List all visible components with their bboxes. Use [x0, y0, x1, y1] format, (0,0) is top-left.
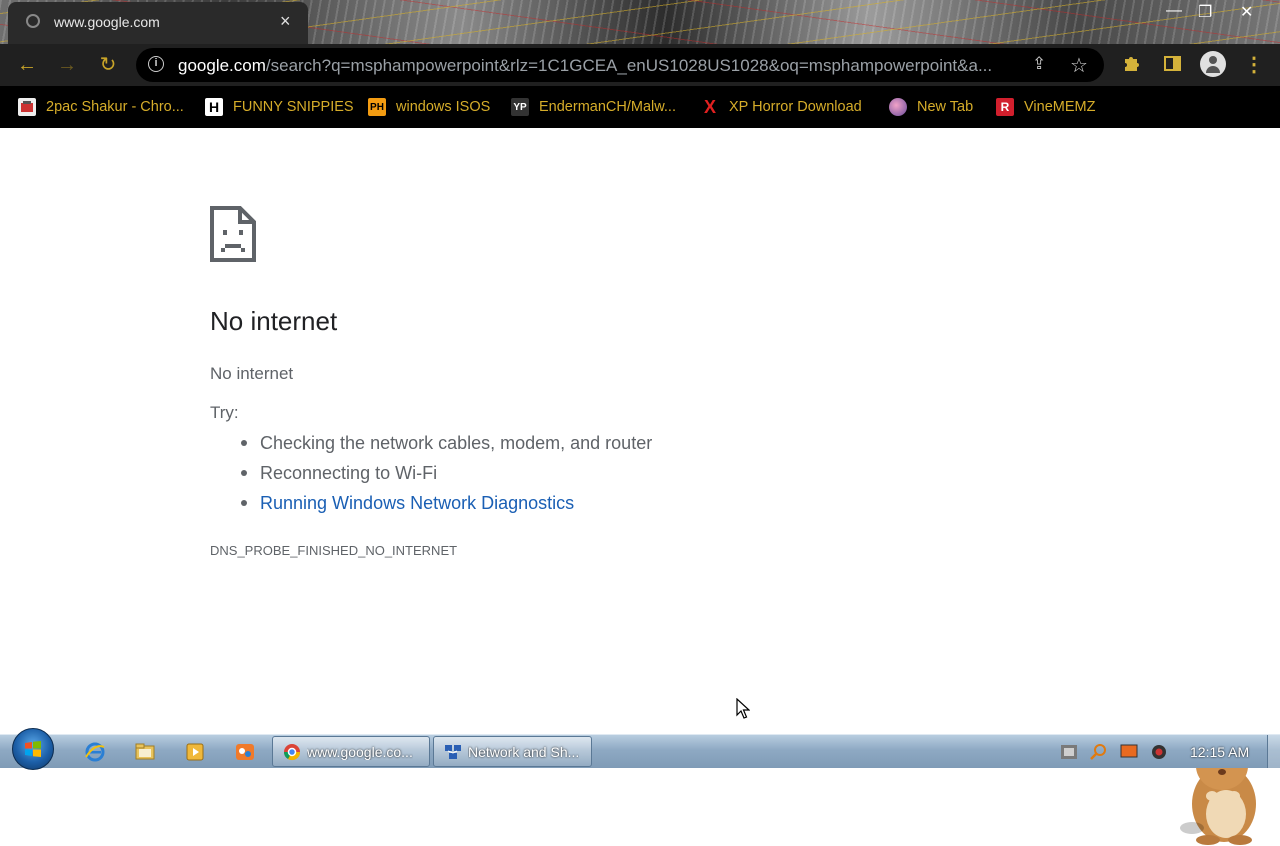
globe-icon: [889, 98, 907, 116]
bookmark-item[interactable]: PH windows ISOS: [368, 96, 490, 118]
url-text[interactable]: google.com/search?q=msphampowerpoint&rlz…: [178, 56, 1018, 76]
windows-logo-icon: [25, 741, 41, 757]
taskbar-item-network[interactable]: Network and Sh...: [433, 736, 592, 767]
maximize-button[interactable]: ❐: [1198, 2, 1212, 22]
bookmark-label: FUNNY SNIPPIES: [233, 99, 354, 115]
tray-webcam-icon[interactable]: [1150, 744, 1168, 760]
bookmark-star-icon[interactable]: ☆: [1070, 53, 1088, 78]
url-path: /search?q=msphampowerpoint&rlz=1C1GCEA_e…: [265, 56, 993, 75]
browser-toolbar: ← → ↻ i google.com/search?q=msphampowerp…: [0, 44, 1280, 86]
taskbar-item-label: Network and Sh...: [468, 743, 580, 760]
tab-strip: www.google.com × — ❐ ✕: [0, 0, 1280, 44]
profile-avatar-icon[interactable]: [1200, 51, 1226, 77]
address-bar[interactable]: i google.com/search?q=msphampowerpoint&r…: [136, 48, 1104, 82]
yp-site-icon: YP: [511, 98, 529, 116]
bookmark-label: New Tab: [917, 99, 974, 115]
reload-button[interactable]: ↻: [96, 54, 120, 76]
taskbar-item-chrome[interactable]: www.google.co...: [272, 736, 430, 767]
suggestion-list: Checking the network cables, modem, and …: [210, 428, 652, 518]
internet-explorer-icon[interactable]: [84, 741, 106, 763]
x-site-icon: X: [703, 96, 716, 117]
sad-document-icon: [210, 206, 256, 262]
windows-taskbar: www.google.co... Network and Sh... 12:15…: [0, 728, 1280, 770]
bookmark-item[interactable]: YP EndermanCH/Malw...: [511, 96, 676, 118]
show-desktop-button[interactable]: [1267, 735, 1280, 768]
taskbar-clock[interactable]: 12:15 AM: [1190, 744, 1249, 760]
minimize-button[interactable]: —: [1166, 2, 1182, 20]
url-host: google.com: [178, 56, 266, 75]
error-subtitle: No internet: [210, 364, 294, 383]
r-site-icon: R: [996, 98, 1014, 116]
chrome-icon: [283, 743, 301, 760]
bookmark-label: 2pac Shakur - Chro...: [46, 99, 184, 115]
music-icon: [18, 98, 36, 116]
bookmark-item[interactable]: 2pac Shakur - Chro...: [18, 96, 184, 118]
tab-active[interactable]: www.google.com ×: [8, 2, 308, 44]
bookmark-item[interactable]: H FUNNY SNIPPIES: [205, 96, 354, 118]
forward-button[interactable]: →: [55, 54, 79, 76]
back-button[interactable]: ←: [15, 54, 39, 76]
bookmarks-bar: 2pac Shakur - Chro... H FUNNY SNIPPIES P…: [0, 86, 1280, 128]
file-explorer-folder-icon[interactable]: [134, 741, 156, 763]
suggestion-item: Reconnecting to Wi-Fi: [240, 458, 652, 488]
menu-kebab-icon[interactable]: ⋮: [1244, 52, 1264, 77]
network-diagnostics-link[interactable]: Running Windows Network Diagnostics: [240, 488, 652, 518]
side-panel-icon[interactable]: [1164, 56, 1181, 71]
try-label: Try:: [210, 403, 239, 422]
close-window-button[interactable]: ✕: [1240, 2, 1253, 22]
tab-close-icon[interactable]: ×: [280, 12, 291, 30]
mouse-cursor-icon: [736, 698, 750, 719]
tray-search-icon[interactable]: [1090, 744, 1108, 760]
tab-title: www.google.com: [54, 14, 160, 30]
share-icon[interactable]: ⇪: [1032, 54, 1046, 74]
bookmark-item[interactable]: X XP Horror Download: [701, 96, 862, 118]
error-code: DNS_PROBE_FINISHED_NO_INTERNET: [210, 543, 458, 558]
bookmark-label: EndermanCH/Malw...: [539, 99, 676, 115]
bookmark-label: XP Horror Download: [729, 99, 862, 115]
bookmark-item[interactable]: New Tab: [889, 96, 973, 118]
ph-site-icon: PH: [368, 98, 386, 116]
tray-app-icon[interactable]: [1060, 744, 1078, 760]
paint-app-icon[interactable]: [234, 741, 256, 763]
suggestion-item: Checking the network cables, modem, and …: [240, 428, 652, 458]
error-heading: No internet: [210, 306, 338, 336]
network-center-icon: [445, 744, 461, 759]
tray-monitor-icon[interactable]: [1120, 744, 1138, 760]
bookmark-item[interactable]: R VineMEMZ: [996, 96, 1095, 118]
start-button[interactable]: [12, 728, 54, 770]
bookmark-label: VineMEMZ: [1024, 99, 1096, 115]
media-player-icon[interactable]: [184, 741, 206, 763]
error-page: No internet No internet Try: Checking th…: [0, 128, 1280, 845]
extensions-puzzle-icon[interactable]: [1122, 53, 1142, 73]
site-info-icon[interactable]: i: [148, 56, 164, 72]
h-site-icon: H: [205, 98, 223, 116]
loading-favicon-icon: [26, 14, 40, 28]
taskbar-item-label: www.google.co...: [307, 743, 413, 760]
bookmark-label: windows ISOS: [396, 99, 491, 115]
